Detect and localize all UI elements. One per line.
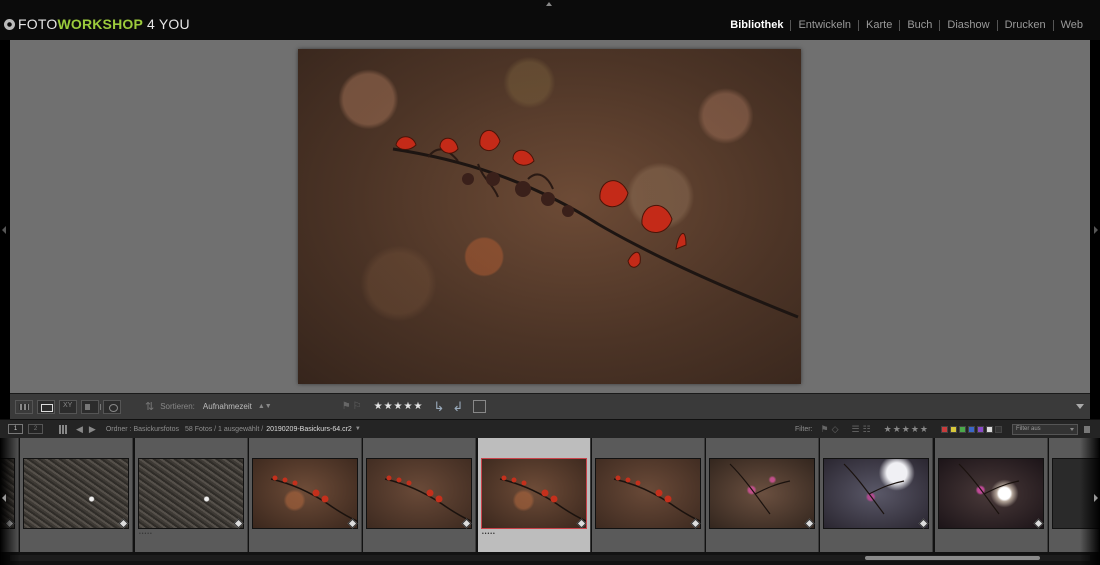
top-bar: FOTO WORKSHOP 4 YOU Bibliothek Entwickeln … — [0, 0, 1100, 40]
current-filename[interactable]: 20190209-Basickurs-64.cr2 — [266, 426, 352, 433]
color-label-filter — [941, 425, 1002, 433]
filmstrip-left-arrow-icon[interactable] — [2, 494, 6, 502]
grid-icon[interactable] — [59, 424, 68, 434]
secondary-display-button[interactable]: 2 — [28, 424, 43, 434]
grid-view-icon[interactable] — [15, 399, 33, 414]
chevron-down-icon[interactable]: ▲▼ — [258, 403, 272, 410]
filter-label: Filter: — [795, 425, 813, 433]
module-entwickeln[interactable]: Entwickeln — [791, 19, 858, 31]
lock-icon[interactable] — [1084, 425, 1090, 433]
brand-text-4you: 4 YOU — [147, 16, 190, 32]
library-toolbar: ⇅ Sortieren: Aufnahmezeit ▲▼ ⚑⚐ ★★★★★ ↳ … — [10, 393, 1090, 419]
chevron-down-icon[interactable]: ▼ — [355, 426, 361, 432]
module-buch[interactable]: Buch — [900, 19, 939, 31]
filmstrip-cell[interactable] — [935, 438, 1048, 552]
right-panel-toggle-icon[interactable] — [1094, 226, 1098, 234]
filter-edit-icon[interactable]: ☰☷ — [852, 424, 874, 435]
thumbnail-rating: ••••• — [139, 531, 153, 537]
sort-direction-icon[interactable]: ⇅ — [145, 400, 154, 413]
color-label-chip[interactable] — [986, 425, 993, 433]
forward-arrow-icon[interactable]: ▶ — [89, 424, 96, 435]
module-karte[interactable]: Karte — [859, 19, 899, 31]
metadata-badge-icon — [4, 518, 15, 529]
people-view-icon[interactable] — [103, 399, 121, 414]
flag-icon[interactable]: ⚑⚐ — [342, 401, 364, 412]
thumbnail-image[interactable] — [1052, 458, 1100, 529]
thumbnail-image[interactable] — [938, 458, 1044, 529]
filmstrip-cell[interactable] — [592, 438, 705, 552]
filmstrip-cell[interactable] — [706, 438, 819, 552]
folder-path[interactable]: Ordner : Basickursfotos — [106, 426, 179, 433]
module-web[interactable]: Web — [1054, 19, 1090, 31]
scrollbar-thumb[interactable] — [865, 556, 1040, 560]
filmstrip-cell[interactable] — [363, 438, 476, 552]
brand-text-foto: FOTO — [18, 16, 58, 32]
sort-select[interactable]: Aufnahmezeit — [203, 402, 252, 411]
loupe-view-icon[interactable] — [37, 399, 55, 414]
thumbnail-image[interactable] — [595, 458, 701, 529]
toolbar-menu-icon[interactable] — [1076, 404, 1084, 409]
module-diashow[interactable]: Diashow — [940, 19, 996, 31]
brand-logo-icon — [4, 18, 15, 30]
left-panel-toggle-icon[interactable] — [2, 226, 6, 234]
filmstrip-cell[interactable] — [249, 438, 362, 552]
module-picker: Bibliothek Entwickeln Karte Buch Diashow… — [723, 19, 1090, 31]
crop-icon[interactable] — [473, 400, 487, 413]
thumbnail-image[interactable] — [481, 458, 587, 529]
filmstrip-scrollbar[interactable] — [10, 555, 1090, 561]
filter-rating-stars[interactable]: ★★★★★ — [884, 424, 929, 435]
color-label-chip[interactable] — [968, 425, 975, 433]
brand-text-workshop: WORKSHOP — [57, 16, 144, 32]
branch-illustration — [392, 130, 799, 319]
thumbnail-image[interactable] — [709, 458, 815, 529]
filmstrip-right-arrow-icon[interactable] — [1094, 494, 1098, 502]
filmstrip-cell[interactable]: ••••• — [478, 438, 591, 552]
thumbnail-image[interactable] — [823, 458, 929, 529]
color-label-chip[interactable] — [950, 425, 957, 433]
top-panel-toggle-icon[interactable] — [546, 2, 552, 6]
filmstrip-cell[interactable] — [20, 438, 133, 552]
color-label-chip[interactable] — [941, 425, 948, 433]
main-photo[interactable] — [298, 49, 801, 384]
identity-plate: FOTO WORKSHOP 4 YOU — [4, 16, 190, 32]
thumbnail-image[interactable] — [23, 458, 129, 529]
back-arrow-icon[interactable]: ◀ — [76, 424, 83, 435]
rating-stars[interactable]: ★★★★★ — [374, 401, 424, 412]
module-bibliothek[interactable]: Bibliothek — [723, 19, 790, 31]
rotate-right-icon[interactable]: ↲ — [452, 399, 463, 415]
color-label-chip[interactable] — [977, 425, 984, 433]
filmstrip: ••••• ••••• — [0, 438, 1100, 565]
thumbnail-image[interactable] — [138, 458, 244, 529]
sort-label: Sortieren: — [160, 402, 195, 411]
thumbnail-image[interactable] — [366, 458, 472, 529]
module-drucken[interactable]: Drucken — [998, 19, 1053, 31]
compare-view-icon[interactable] — [59, 399, 77, 414]
loupe-view-area — [10, 40, 1090, 393]
primary-display-button[interactable]: 1 — [8, 424, 23, 434]
filmstrip-cell[interactable]: ••••• — [135, 438, 248, 552]
photo-count: 58 Fotos / 1 ausgewählt / — [184, 425, 264, 433]
filmstrip-cell[interactable] — [820, 438, 933, 552]
color-label-chip[interactable] — [995, 425, 1002, 433]
filmstrip-header: 1 2 ◀ ▶ Ordner : Basickursfotos 58 Fotos… — [0, 419, 1100, 438]
filmstrip-cell[interactable] — [1049, 438, 1100, 552]
thumbnail-image[interactable] — [252, 458, 358, 529]
filter-preset-select[interactable]: Filter aus — [1012, 423, 1078, 435]
survey-view-icon[interactable] — [81, 399, 101, 414]
filter-flag-icon[interactable]: ⚑◇ — [821, 424, 842, 435]
rotate-left-icon[interactable]: ↳ — [433, 399, 444, 415]
thumbnail-rating: ••••• — [482, 531, 496, 537]
color-label-chip[interactable] — [959, 425, 966, 433]
